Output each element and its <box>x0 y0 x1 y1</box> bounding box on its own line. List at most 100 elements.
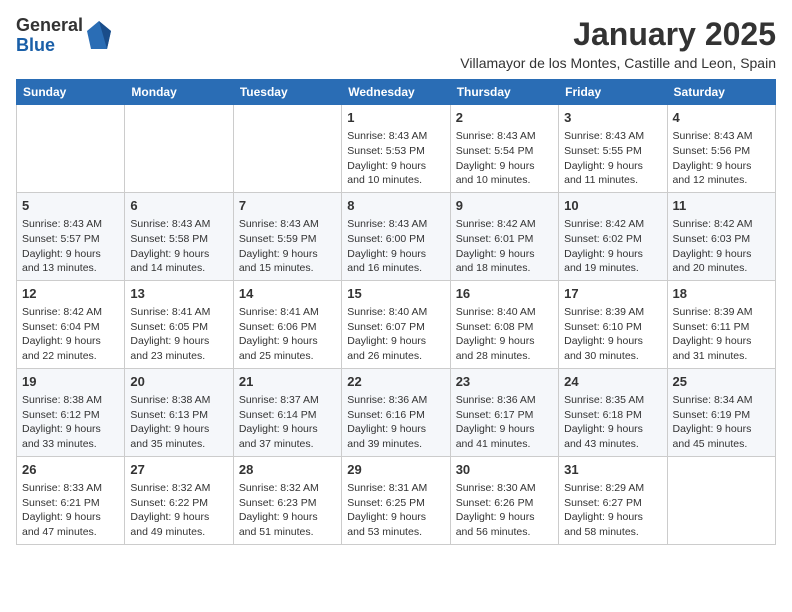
calendar-cell: 29 Sunrise: 8:31 AMSunset: 6:25 PMDayligh… <box>342 456 450 544</box>
day-info: Sunrise: 8:41 AMSunset: 6:05 PMDaylight:… <box>130 305 227 364</box>
calendar-cell: 31Sunrise: 8:29 AMSunset: 6:27 PMDayligh… <box>559 456 667 544</box>
calendar-week-row: 19 Sunrise: 8:38 AMSunset: 6:12 PMDayligh… <box>17 368 776 456</box>
calendar-cell: 15 Sunrise: 8:40 AMSunset: 6:07 PMDayligh… <box>342 280 450 368</box>
day-number: 30 <box>456 461 553 479</box>
day-number: 1 <box>347 109 444 127</box>
calendar-cell: 17 Sunrise: 8:39 AMSunset: 6:10 PMDayligh… <box>559 280 667 368</box>
calendar-week-row: 26 Sunrise: 8:33 AMSunset: 6:21 PMDayligh… <box>17 456 776 544</box>
calendar-body: 1 Sunrise: 8:43 AMSunset: 5:53 PMDaylight… <box>17 105 776 545</box>
weekday-header: Saturday <box>667 80 775 105</box>
calendar-cell: 3 Sunrise: 8:43 AMSunset: 5:55 PMDaylight… <box>559 105 667 193</box>
day-info: Sunrise: 8:43 AMSunset: 5:58 PMDaylight:… <box>130 217 227 276</box>
logo-blue: Blue <box>16 36 83 56</box>
calendar-cell: 21 Sunrise: 8:37 AMSunset: 6:14 PMDayligh… <box>233 368 341 456</box>
calendar-cell: 23Sunrise: 8:36 AMSunset: 6:17 PMDayligh… <box>450 368 558 456</box>
calendar-cell: 22 Sunrise: 8:36 AMSunset: 6:16 PMDayligh… <box>342 368 450 456</box>
location-subtitle: Villamayor de los Montes, Castille and L… <box>460 55 776 71</box>
day-number: 14 <box>239 285 336 303</box>
weekday-header: Monday <box>125 80 233 105</box>
day-info: Sunrise: 8:30 AMSunset: 6:26 PMDaylight:… <box>456 481 553 540</box>
day-info: Sunrise: 8:43 AMSunset: 5:53 PMDaylight:… <box>347 129 444 188</box>
month-title: January 2025 <box>460 16 776 53</box>
calendar-cell <box>667 456 775 544</box>
weekday-header: Wednesday <box>342 80 450 105</box>
calendar-cell: 19 Sunrise: 8:38 AMSunset: 6:12 PMDayligh… <box>17 368 125 456</box>
calendar-table: SundayMondayTuesdayWednesdayThursdayFrid… <box>16 79 776 545</box>
day-info: Sunrise: 8:39 AMSunset: 6:10 PMDaylight:… <box>564 305 661 364</box>
day-info: Sunrise: 8:38 AMSunset: 6:12 PMDaylight:… <box>22 393 119 452</box>
day-number: 29 <box>347 461 444 479</box>
calendar-header: SundayMondayTuesdayWednesdayThursdayFrid… <box>17 80 776 105</box>
day-info: Sunrise: 8:34 AMSunset: 6:19 PMDaylight:… <box>673 393 770 452</box>
calendar-cell: 4Sunrise: 8:43 AMSunset: 5:56 PMDaylight… <box>667 105 775 193</box>
day-number: 21 <box>239 373 336 391</box>
calendar-cell: 24 Sunrise: 8:35 AMSunset: 6:18 PMDayligh… <box>559 368 667 456</box>
weekday-header: Sunday <box>17 80 125 105</box>
day-number: 17 <box>564 285 661 303</box>
calendar-cell: 6 Sunrise: 8:43 AMSunset: 5:58 PMDaylight… <box>125 192 233 280</box>
day-number: 22 <box>347 373 444 391</box>
day-number: 12 <box>22 285 119 303</box>
weekday-header: Tuesday <box>233 80 341 105</box>
calendar-cell: 9 Sunrise: 8:42 AMSunset: 6:01 PMDaylight… <box>450 192 558 280</box>
calendar-cell: 1 Sunrise: 8:43 AMSunset: 5:53 PMDaylight… <box>342 105 450 193</box>
day-info: Sunrise: 8:42 AMSunset: 6:02 PMDaylight:… <box>564 217 661 276</box>
calendar-cell: 12 Sunrise: 8:42 AMSunset: 6:04 PMDayligh… <box>17 280 125 368</box>
day-info: Sunrise: 8:33 AMSunset: 6:21 PMDaylight:… <box>22 481 119 540</box>
day-number: 19 <box>22 373 119 391</box>
calendar-cell: 26 Sunrise: 8:33 AMSunset: 6:21 PMDayligh… <box>17 456 125 544</box>
day-number: 11 <box>673 197 770 215</box>
day-info: Sunrise: 8:35 AMSunset: 6:18 PMDaylight:… <box>564 393 661 452</box>
day-info: Sunrise: 8:43 AMSunset: 5:54 PMDaylight:… <box>456 129 553 188</box>
day-number: 6 <box>130 197 227 215</box>
day-number: 15 <box>347 285 444 303</box>
logo-icon <box>87 21 111 51</box>
calendar-cell: 7Sunrise: 8:43 AMSunset: 5:59 PMDaylight… <box>233 192 341 280</box>
day-number: 7 <box>239 197 336 215</box>
logo: General Blue <box>16 16 111 56</box>
day-number: 27 <box>130 461 227 479</box>
calendar-cell: 11 Sunrise: 8:42 AMSunset: 6:03 PMDayligh… <box>667 192 775 280</box>
day-info: Sunrise: 8:42 AMSunset: 6:04 PMDaylight:… <box>22 305 119 364</box>
weekday-header: Thursday <box>450 80 558 105</box>
calendar-cell: 25 Sunrise: 8:34 AMSunset: 6:19 PMDayligh… <box>667 368 775 456</box>
day-info: Sunrise: 8:43 AMSunset: 6:00 PMDaylight:… <box>347 217 444 276</box>
day-info: Sunrise: 8:41 AMSunset: 6:06 PMDaylight:… <box>239 305 336 364</box>
day-number: 23 <box>456 373 553 391</box>
day-info: Sunrise: 8:31 AMSunset: 6:25 PMDaylight:… <box>347 481 444 540</box>
day-number: 28 <box>239 461 336 479</box>
day-info: Sunrise: 8:40 AMSunset: 6:08 PMDaylight:… <box>456 305 553 364</box>
day-info: Sunrise: 8:43 AMSunset: 5:55 PMDaylight:… <box>564 129 661 188</box>
calendar-cell <box>17 105 125 193</box>
day-number: 20 <box>130 373 227 391</box>
calendar-cell: 18Sunrise: 8:39 AMSunset: 6:11 PMDayligh… <box>667 280 775 368</box>
day-number: 18 <box>673 285 770 303</box>
day-number: 25 <box>673 373 770 391</box>
calendar-cell: 14 Sunrise: 8:41 AMSunset: 6:06 PMDayligh… <box>233 280 341 368</box>
calendar-cell <box>233 105 341 193</box>
day-info: Sunrise: 8:32 AMSunset: 6:22 PMDaylight:… <box>130 481 227 540</box>
calendar-week-row: 12 Sunrise: 8:42 AMSunset: 6:04 PMDayligh… <box>17 280 776 368</box>
calendar-cell: 8Sunrise: 8:43 AMSunset: 6:00 PMDaylight… <box>342 192 450 280</box>
logo-text: General Blue <box>16 16 83 56</box>
day-number: 10 <box>564 197 661 215</box>
day-info: Sunrise: 8:42 AMSunset: 6:03 PMDaylight:… <box>673 217 770 276</box>
day-info: Sunrise: 8:36 AMSunset: 6:16 PMDaylight:… <box>347 393 444 452</box>
day-info: Sunrise: 8:42 AMSunset: 6:01 PMDaylight:… <box>456 217 553 276</box>
calendar-cell: 13 Sunrise: 8:41 AMSunset: 6:05 PMDayligh… <box>125 280 233 368</box>
day-info: Sunrise: 8:38 AMSunset: 6:13 PMDaylight:… <box>130 393 227 452</box>
calendar-cell: 10 Sunrise: 8:42 AMSunset: 6:02 PMDayligh… <box>559 192 667 280</box>
calendar-cell: 5Sunrise: 8:43 AMSunset: 5:57 PMDaylight… <box>17 192 125 280</box>
day-info: Sunrise: 8:43 AMSunset: 5:57 PMDaylight:… <box>22 217 119 276</box>
day-number: 3 <box>564 109 661 127</box>
weekday-header: Friday <box>559 80 667 105</box>
calendar-cell: 16Sunrise: 8:40 AMSunset: 6:08 PMDayligh… <box>450 280 558 368</box>
day-number: 24 <box>564 373 661 391</box>
day-info: Sunrise: 8:43 AMSunset: 5:56 PMDaylight:… <box>673 129 770 188</box>
calendar-cell: 2Sunrise: 8:43 AMSunset: 5:54 PMDaylight… <box>450 105 558 193</box>
day-info: Sunrise: 8:40 AMSunset: 6:07 PMDaylight:… <box>347 305 444 364</box>
day-number: 9 <box>456 197 553 215</box>
day-info: Sunrise: 8:37 AMSunset: 6:14 PMDaylight:… <box>239 393 336 452</box>
day-number: 26 <box>22 461 119 479</box>
day-number: 13 <box>130 285 227 303</box>
